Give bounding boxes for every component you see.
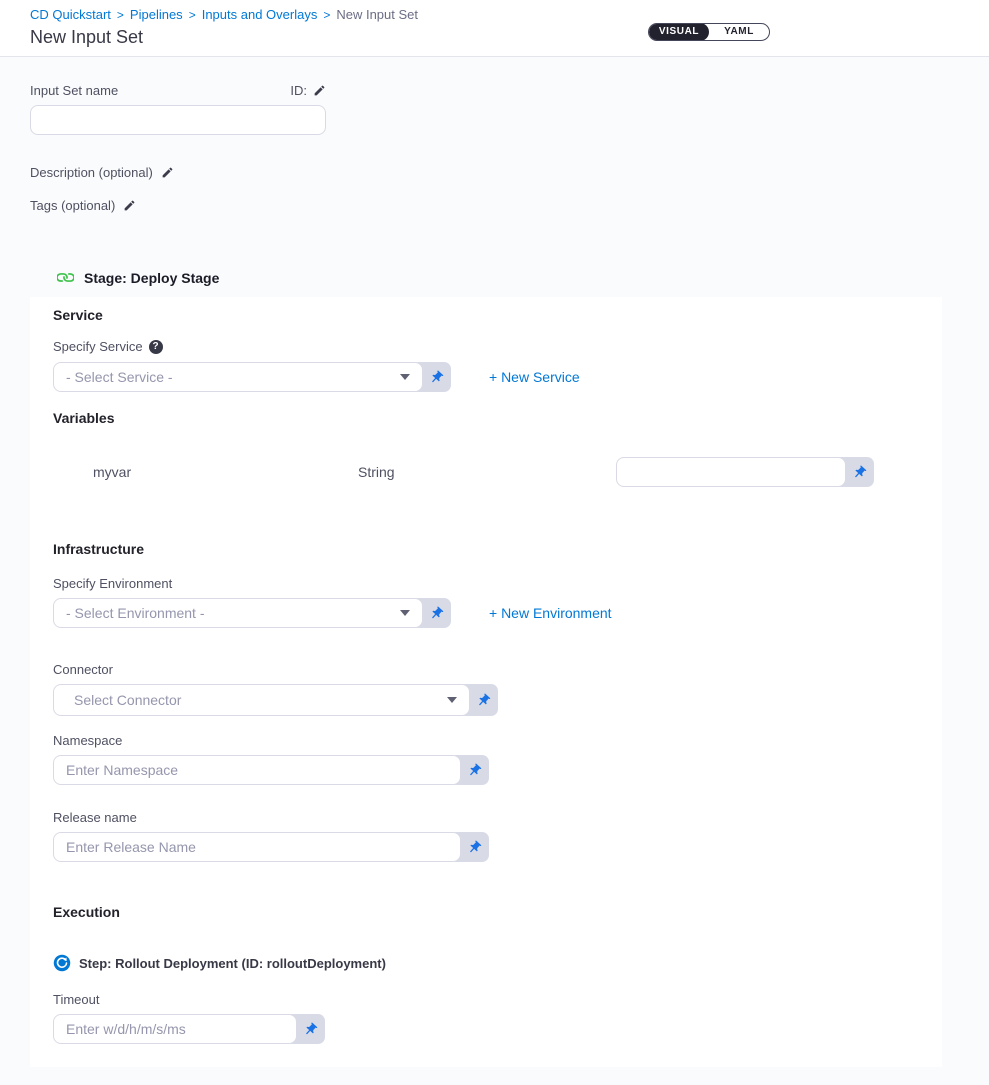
description-label: Description (optional): [30, 165, 153, 180]
breadcrumb-current: New Input Set: [336, 7, 418, 22]
chevron-down-icon: [447, 697, 457, 703]
breadcrumb-inputs-and-overlays[interactable]: Inputs and Overlays: [202, 7, 318, 22]
breadcrumb-separator: >: [323, 8, 330, 22]
id-label: ID:: [290, 83, 307, 98]
tab-visual[interactable]: VISUAL: [649, 23, 709, 41]
variable-name: myvar: [93, 464, 358, 480]
select-environment-placeholder: - Select Environment -: [66, 605, 205, 621]
variables-section-title: Variables: [53, 410, 942, 426]
specify-service-label: Specify Service: [53, 339, 143, 354]
input-set-name-field[interactable]: [30, 105, 326, 135]
tab-yaml[interactable]: YAML: [709, 23, 769, 41]
stage-runtime-inputs-card: Service Specify Service ? - Select Servi…: [30, 297, 942, 1067]
page-header: CD Quickstart > Pipelines > Inputs and Overl…: [0, 0, 989, 57]
chevron-down-icon: [400, 610, 410, 616]
variable-row: myvar String: [93, 457, 942, 487]
chevron-down-icon: [400, 374, 410, 380]
select-environment-dropdown[interactable]: - Select Environment -: [53, 598, 423, 628]
pushpin-icon: [463, 759, 484, 780]
stage-header: Stage: Deploy Stage: [57, 269, 989, 286]
page-title: New Input Set: [30, 27, 989, 48]
variable-type: String: [358, 464, 616, 480]
new-service-link[interactable]: + New Service: [489, 369, 580, 385]
release-name-label: Release name: [53, 810, 137, 825]
namespace-label: Namespace: [53, 733, 122, 748]
stage-link-icon: [57, 269, 74, 286]
pushpin-icon: [848, 461, 869, 482]
input-set-meta-form: Input Set name ID: Description (optional…: [0, 57, 989, 213]
pushpin-icon: [425, 602, 446, 623]
edit-description-icon[interactable]: [161, 166, 174, 179]
breadcrumb-separator: >: [117, 8, 124, 22]
edit-id-icon[interactable]: [313, 84, 326, 97]
connector-label: Connector: [53, 662, 113, 677]
select-connector-placeholder: Select Connector: [74, 692, 181, 708]
pushpin-icon: [463, 836, 484, 857]
pushpin-icon: [472, 689, 493, 710]
namespace-field[interactable]: [53, 755, 461, 785]
breadcrumb-pipelines[interactable]: Pipelines: [130, 7, 183, 22]
step-header: Step: Rollout Deployment (ID: rolloutDep…: [53, 954, 942, 972]
release-name-field[interactable]: [53, 832, 461, 862]
select-connector-dropdown[interactable]: Select Connector: [53, 684, 470, 716]
step-title: Step: Rollout Deployment (ID: rolloutDep…: [79, 956, 386, 971]
infrastructure-section-title: Infrastructure: [53, 541, 942, 557]
rollout-step-icon: [53, 954, 71, 972]
select-service-dropdown[interactable]: - Select Service -: [53, 362, 423, 392]
help-icon[interactable]: ?: [149, 340, 163, 354]
select-service-placeholder: - Select Service -: [66, 369, 173, 385]
visual-yaml-toggle: VISUAL YAML: [648, 23, 770, 41]
edit-tags-icon[interactable]: [123, 199, 136, 212]
execution-section-title: Execution: [53, 904, 942, 920]
pushpin-icon: [425, 366, 446, 387]
tags-label: Tags (optional): [30, 198, 115, 213]
breadcrumb: CD Quickstart > Pipelines > Inputs and Overl…: [30, 7, 989, 23]
breadcrumb-cd-quickstart[interactable]: CD Quickstart: [30, 7, 111, 22]
timeout-label: Timeout: [53, 992, 99, 1007]
variable-value-field[interactable]: [616, 457, 846, 487]
new-environment-link[interactable]: + New Environment: [489, 605, 612, 621]
service-section-title: Service: [53, 307, 942, 323]
breadcrumb-separator: >: [189, 8, 196, 22]
stage-title: Stage: Deploy Stage: [84, 270, 219, 286]
name-field-label: Input Set name: [30, 83, 118, 98]
timeout-field[interactable]: [53, 1014, 297, 1044]
specify-environment-label: Specify Environment: [53, 576, 172, 591]
pushpin-icon: [299, 1018, 320, 1039]
